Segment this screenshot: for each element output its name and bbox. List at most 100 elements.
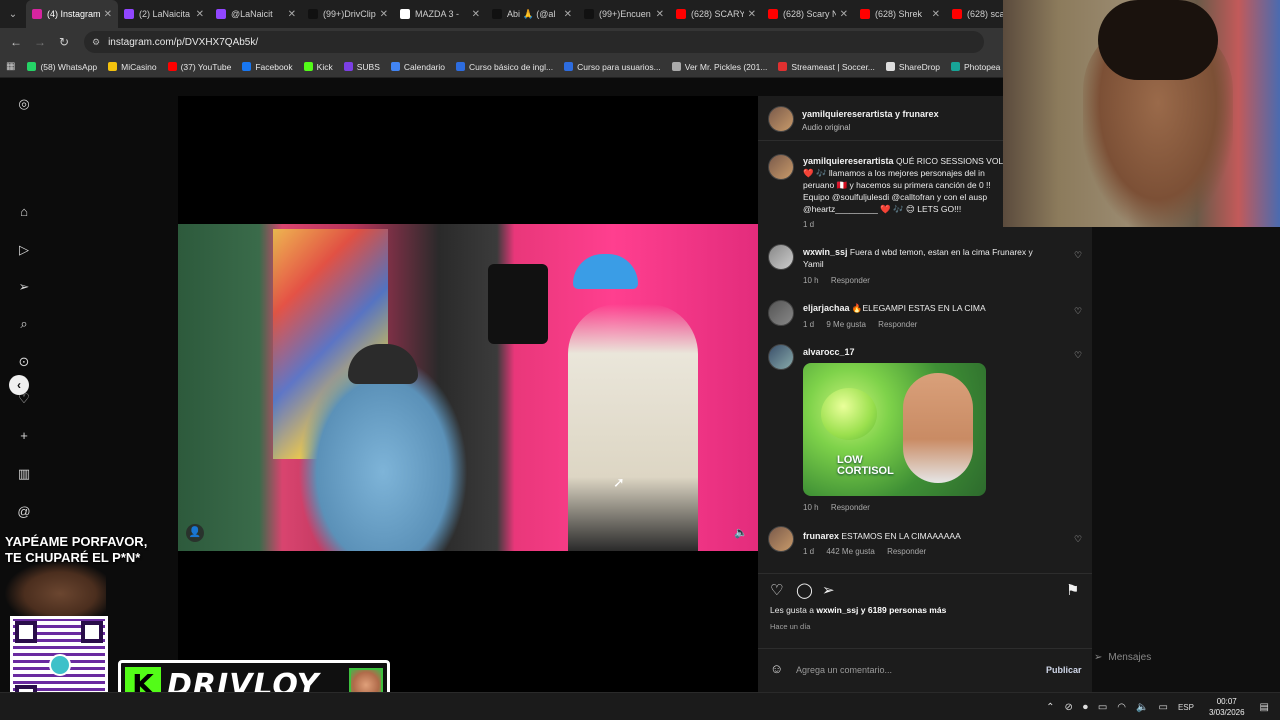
bookmark[interactable]: Calendario [390,62,445,72]
comment-user[interactable]: frunarex [803,531,839,541]
like-comment-icon[interactable]: ♡ [1074,534,1082,545]
reload-icon[interactable]: ↻ [52,35,76,49]
threads-icon[interactable]: @ [16,504,32,520]
emoji-icon[interactable]: ☺ [770,661,783,676]
avatar[interactable] [768,106,794,132]
bookmark[interactable]: Streameast | Soccer... [778,62,875,72]
direct-icon[interactable]: ➢ [16,279,32,295]
tab-close-icon[interactable]: ✕ [196,9,204,20]
tab-close-icon[interactable]: ✕ [564,9,572,20]
reply-link[interactable]: Responder [831,503,870,512]
avatar[interactable] [768,300,794,326]
tab-close-icon[interactable]: ✕ [380,9,388,20]
reply-link[interactable]: Responder [878,320,917,329]
avatar[interactable] [768,344,794,370]
network-off-icon[interactable]: ⊘ [1064,702,1072,713]
like-icon[interactable]: ♡ [770,581,783,599]
apps-grid-icon[interactable]: ▦ [6,61,15,72]
tab-close-icon[interactable]: ✕ [104,9,112,20]
browser-tab[interactable]: Abi 🙏 (@al ✕ [486,0,578,28]
bookmark[interactable]: SUBS [343,62,380,72]
bookmark[interactable]: Curso básico de ingl... [456,62,553,72]
bookmark[interactable]: Curso para usuarios... [564,62,661,72]
tab-close-icon[interactable]: ✕ [656,9,664,20]
dashboard-icon[interactable]: ▥ [16,466,32,482]
avatar[interactable] [768,244,794,270]
avatar[interactable] [768,154,794,180]
bookmark[interactable]: Ver Mr. Pickles (201... [671,62,767,72]
browser-tab[interactable]: (628) Shrek ✕ [854,0,946,28]
like-comment-icon[interactable]: ♡ [1074,306,1082,317]
likes-summary[interactable]: Les gusta a wxwin_ssj y 6189 personas má… [770,605,946,615]
post-video[interactable]: 👤 🔈 ➚ [178,224,758,551]
comment-input[interactable]: Agrega un comentario... [796,665,892,675]
comment-user[interactable]: alvarocc_17 [803,347,855,357]
comment: eljarjachaa 🔥ELEGAMPI ESTAS EN LA CIMA [803,302,1043,314]
share-icon[interactable]: ➢ [822,581,835,599]
browser-tab[interactable]: (628) SCARY ✕ [670,0,762,28]
clock[interactable]: 00:07 3/03/2026 [1209,696,1245,718]
explore-icon[interactable]: ⊙ [16,354,32,370]
like-comment-icon[interactable]: ♡ [1074,350,1082,361]
post-coauthors[interactable]: yamilquiereserartista y frunarex [802,109,939,119]
tab-close-icon[interactable]: ✕ [840,9,848,20]
comment-likes[interactable]: 442 Me gusta [826,547,874,556]
reply-link[interactable]: Responder [887,547,926,556]
audio-label[interactable]: Audio original [802,123,850,132]
create-icon[interactable]: + [16,428,32,444]
reply-link[interactable]: Responder [831,276,870,285]
comment-user[interactable]: eljarjachaa [803,303,850,313]
publish-button[interactable]: Publicar [1046,665,1082,675]
tab-close-icon[interactable]: ✕ [748,9,756,20]
comment-image[interactable]: LOW CORTISOL [803,363,986,496]
comment-likes[interactable]: 9 Me gusta [826,320,866,329]
caption-user[interactable]: yamilquiereserartista [803,156,894,166]
speaker-icon[interactable]: 🔈 [1136,702,1148,713]
bookmark[interactable]: (37) YouTube [167,62,231,72]
tagged-user-icon[interactable]: 👤 [186,524,204,542]
save-icon[interactable]: ⚑ [1066,581,1079,599]
comment-icon[interactable]: ◯ [796,581,813,599]
comment-user[interactable]: wxwin_ssj [803,247,848,257]
battery-icon[interactable]: ▭ [1098,702,1107,713]
tab-close-icon[interactable]: ✕ [472,9,480,20]
browser-tab[interactable]: MAZDA 3 - ✕ [394,0,486,28]
volume-icon[interactable]: 🔈 [734,526,748,539]
smiley-blob [821,388,877,440]
home-icon[interactable]: ⌂ [16,204,32,220]
browser-tab[interactable]: (4) Instagram ✕ [26,0,118,28]
tab-close-icon[interactable]: ✕ [932,9,940,20]
previous-post-button[interactable]: ‹ [9,375,29,395]
browser-tab[interactable]: (2) LaNaicita ✕ [118,0,210,28]
language-indicator[interactable]: ESP [1178,703,1194,712]
tab-close-icon[interactable]: ✕ [288,9,296,20]
search-icon[interactable]: ⌕ [16,316,32,332]
like-comment-icon[interactable]: ♡ [1074,250,1082,261]
instagram-logo-icon[interactable]: ◎ [16,96,32,112]
forward-icon[interactable]: → [28,35,52,49]
tab-search-icon[interactable]: ⌄ [0,0,26,28]
bookmark[interactable]: (58) WhatsApp [27,62,97,72]
bookmark[interactable]: Facebook [242,62,293,72]
likes-rest[interactable]: y 6189 personas más [861,605,947,615]
messages-button[interactable]: ➢ Mensajes [1094,646,1244,668]
monitor-icon[interactable]: ▭ [1158,702,1167,713]
bookmark[interactable]: ShareDrop [885,62,940,72]
wifi-icon[interactable]: ◠ [1117,702,1126,713]
back-icon[interactable]: ← [4,35,28,49]
site-info-icon[interactable]: ⚙ [92,37,100,48]
browser-tab[interactable]: (628) Scary N ✕ [762,0,854,28]
mouse-cursor: ➚ [613,474,625,490]
reels-icon[interactable]: ▷ [16,242,32,258]
likes-user[interactable]: wxwin_ssj [816,605,858,615]
browser-tab[interactable]: @LaNaicit ✕ [210,0,302,28]
bookmark[interactable]: Kick [303,62,333,72]
avatar[interactable] [768,526,794,552]
browser-tab[interactable]: (99+)DrivClip ✕ [302,0,394,28]
microphone-icon[interactable]: ⏺ [1083,702,1088,713]
bookmark[interactable]: MiCasino [108,62,157,72]
browser-tab[interactable]: (99+)Encuen ✕ [578,0,670,28]
url-field[interactable]: ⚙ instagram.com/p/DVXHX7QAb5k/ [84,31,984,53]
notifications-icon[interactable]: ▤ [1260,702,1269,713]
chevron-up-icon[interactable]: ⌃ [1046,702,1054,713]
